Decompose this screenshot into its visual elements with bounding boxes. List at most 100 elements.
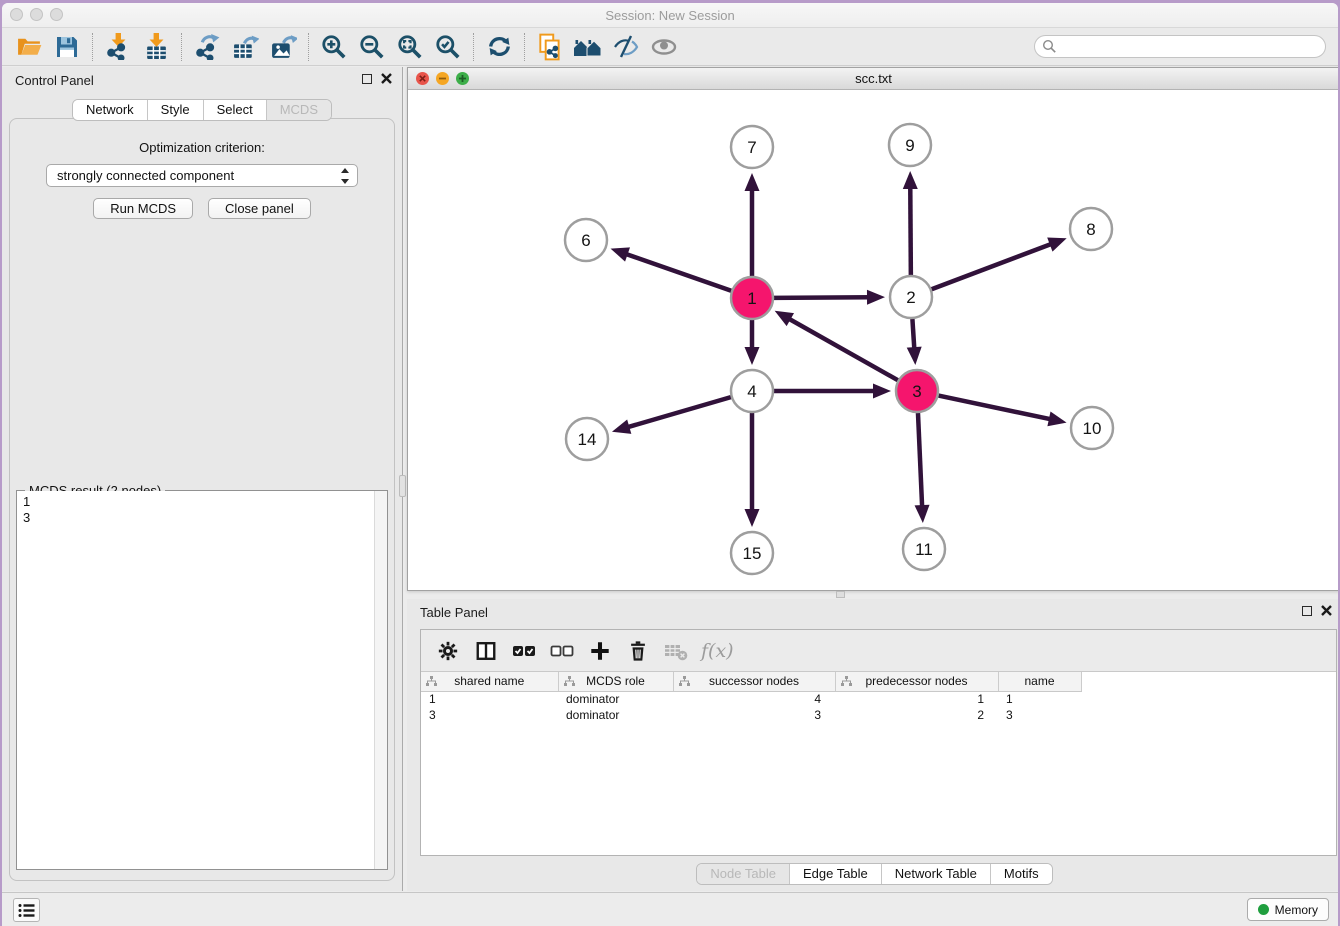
table-cell[interactable]: dominator xyxy=(558,691,673,707)
table-row[interactable]: 1dominator411 xyxy=(421,691,1331,707)
panel-splitter-handle[interactable] xyxy=(399,475,406,497)
graph-edge-2-9[interactable] xyxy=(910,185,911,275)
zoom-window-button[interactable] xyxy=(50,8,63,21)
close-panel-button[interactable]: Close panel xyxy=(208,198,311,219)
open-session-button[interactable] xyxy=(10,31,48,63)
zoom-in-button[interactable] xyxy=(315,31,353,63)
network-graph-canvas[interactable]: 7968124314101511 xyxy=(408,90,1338,590)
table-cell[interactable]: 1 xyxy=(998,691,1081,707)
minimize-network-button[interactable] xyxy=(436,72,449,85)
graph-edge-3-1[interactable] xyxy=(787,318,898,381)
memory-status-button[interactable]: Memory xyxy=(1247,898,1329,921)
search-input[interactable] xyxy=(1034,35,1326,58)
unselect-all-button[interactable] xyxy=(545,635,579,667)
tree-icon xyxy=(679,676,690,687)
table-cell[interactable]: 1 xyxy=(835,691,998,707)
close-table-panel-icon[interactable] xyxy=(1321,605,1332,616)
maximize-network-button[interactable] xyxy=(456,72,469,85)
graph-edge-1-2[interactable] xyxy=(774,297,871,298)
table-cell[interactable]: 3 xyxy=(421,707,558,723)
table-panel-tabs: Node TableEdge TableNetwork TableMotifs xyxy=(407,863,1338,885)
graph-node-label: 7 xyxy=(747,138,756,157)
tab-network-table[interactable]: Network Table xyxy=(882,864,991,884)
show-columns-button[interactable] xyxy=(469,635,503,667)
export-image-button[interactable] xyxy=(264,31,302,63)
column-header-successor-nodes[interactable]: successor nodes xyxy=(673,672,835,691)
import-network-button[interactable] xyxy=(99,31,137,63)
table-panel-header: Table Panel xyxy=(420,599,1336,625)
eye-icon xyxy=(650,34,678,60)
table-cell[interactable]: 4 xyxy=(673,691,835,707)
close-network-button[interactable] xyxy=(416,72,429,85)
table-settings-button[interactable] xyxy=(431,635,465,667)
delete-table-icon xyxy=(664,640,688,662)
clone-network-button[interactable] xyxy=(531,31,569,63)
column-header-shared-name[interactable]: shared name xyxy=(421,672,558,691)
tab-node-table[interactable]: Node Table xyxy=(697,864,790,884)
graph-node-label: 4 xyxy=(747,382,756,401)
table-cell[interactable]: 1 xyxy=(421,691,558,707)
table-cell[interactable]: 3 xyxy=(998,707,1081,723)
tab-select[interactable]: Select xyxy=(204,100,267,120)
import-table-button[interactable] xyxy=(137,31,175,63)
run-mcds-button[interactable]: Run MCDS xyxy=(93,198,193,219)
task-history-button[interactable] xyxy=(13,898,40,922)
graph-edge-3-10[interactable] xyxy=(939,396,1053,420)
delete-column-button[interactable] xyxy=(621,635,655,667)
horizontal-splitter-handle[interactable] xyxy=(836,591,845,598)
layout-network-icon xyxy=(194,33,221,60)
table-cell[interactable]: 3 xyxy=(673,707,835,723)
show-graphics-details-button[interactable] xyxy=(645,31,683,63)
mcds-result-scrollbar[interactable] xyxy=(374,491,387,869)
graph-edge-2-3[interactable] xyxy=(912,319,914,351)
column-header-predecessor-nodes[interactable]: predecessor nodes xyxy=(835,672,998,691)
tab-motifs[interactable]: Motifs xyxy=(991,864,1052,884)
select-all-button[interactable] xyxy=(507,635,541,667)
network-overview-button[interactable] xyxy=(569,31,607,63)
export-table-button[interactable] xyxy=(226,31,264,63)
table-header-filler xyxy=(1081,672,1331,691)
tab-mcds[interactable]: MCDS xyxy=(267,100,331,120)
zoom-out-icon xyxy=(358,33,386,61)
toolbar-separator xyxy=(181,33,182,61)
tab-edge-table[interactable]: Edge Table xyxy=(790,864,882,884)
close-window-button[interactable] xyxy=(10,8,23,21)
create-column-button[interactable] xyxy=(583,635,617,667)
mcds-result-list[interactable]: 13 xyxy=(17,491,374,869)
tab-network[interactable]: Network xyxy=(73,100,148,120)
refresh-view-button[interactable] xyxy=(480,31,518,63)
table-header-row: shared nameMCDS rolesuccessor nodesprede… xyxy=(421,672,1331,691)
minimize-window-button[interactable] xyxy=(30,8,43,21)
function-builder-icon[interactable]: f(x) xyxy=(701,640,734,662)
save-session-button[interactable] xyxy=(48,31,86,63)
tab-style[interactable]: Style xyxy=(148,100,204,120)
network-view-window: scc.txt 7968124314101511 xyxy=(407,67,1338,591)
delete-table-button[interactable] xyxy=(659,635,693,667)
float-panel-icon[interactable] xyxy=(362,74,372,84)
zoom-selected-button[interactable] xyxy=(429,31,467,63)
float-table-panel-icon[interactable] xyxy=(1302,606,1312,616)
column-header-MCDS-role[interactable]: MCDS role xyxy=(558,672,673,691)
optimization-criterion-label: Optimization criterion: xyxy=(10,140,394,155)
graph-edge-2-8[interactable] xyxy=(932,243,1054,289)
graph-edge-4-14[interactable] xyxy=(625,397,730,428)
optimization-criterion-select[interactable]: strongly connected component xyxy=(46,164,358,187)
table-cell[interactable]: 2 xyxy=(835,707,998,723)
graph-edge-3-11[interactable] xyxy=(918,413,922,509)
import-network-icon xyxy=(105,33,132,60)
status-bar: Memory xyxy=(2,892,1338,926)
close-panel-icon[interactable] xyxy=(381,73,392,84)
column-header-name[interactable]: name xyxy=(998,672,1081,691)
table-row[interactable]: 3dominator323 xyxy=(421,707,1331,723)
open-folder-icon xyxy=(16,33,43,60)
graph-node-label: 11 xyxy=(915,540,933,559)
network-window-titlebar[interactable]: scc.txt xyxy=(408,68,1338,90)
graph-edge-1-6[interactable] xyxy=(624,253,731,291)
zoom-out-button[interactable] xyxy=(353,31,391,63)
clone-network-icon xyxy=(536,33,564,61)
zoom-fit-button[interactable] xyxy=(391,31,429,63)
layout-network-button[interactable] xyxy=(188,31,226,63)
table-cell[interactable]: dominator xyxy=(558,707,673,723)
node-table-container: f(x) shared nameMCDS rolesuccessor nodes… xyxy=(420,629,1337,856)
hide-graphics-details-button[interactable] xyxy=(607,31,645,63)
